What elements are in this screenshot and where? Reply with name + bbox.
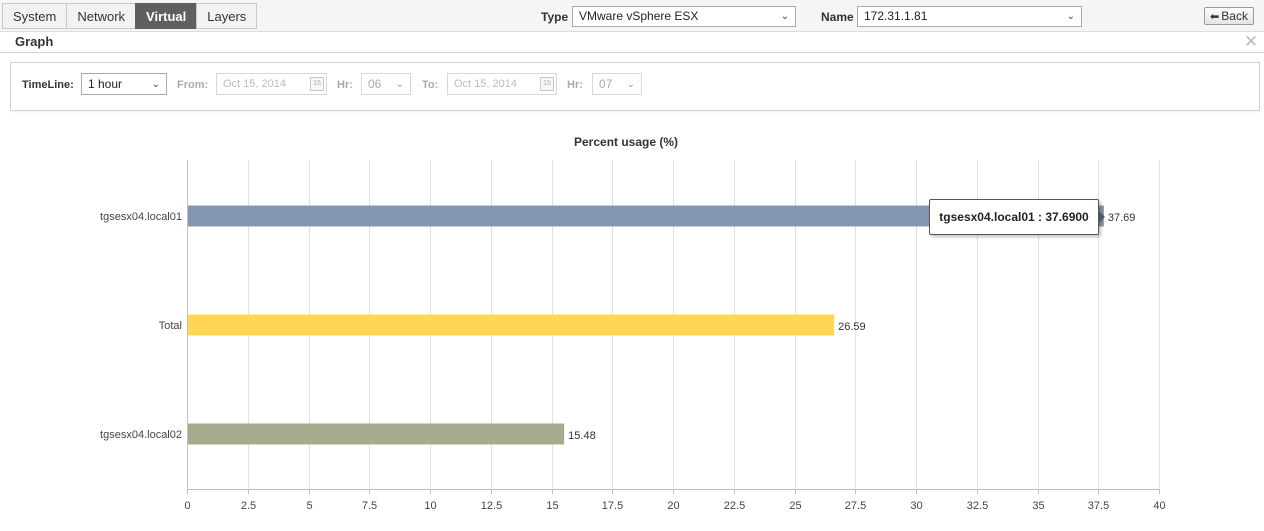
- bar: [188, 314, 835, 336]
- back-arrow-icon: ⬅: [1210, 11, 1220, 23]
- tab-bar: System Network Virtual Layers: [2, 3, 258, 29]
- x-tick-label: 2.5: [241, 500, 256, 512]
- timeline-label: TimeLine:: [22, 79, 74, 91]
- to-hr-value: 07: [599, 77, 613, 91]
- x-tick-label: 25: [789, 500, 801, 512]
- chevron-down-icon: ⌄: [780, 11, 789, 22]
- y-category-label: tgsesx04.local02: [100, 429, 182, 441]
- from-hr-select[interactable]: 06 ⌄: [361, 73, 411, 95]
- from-label: From:: [177, 79, 209, 91]
- from-hr-label: Hr:: [337, 79, 353, 91]
- x-tick-label: 35: [1032, 500, 1044, 512]
- x-tick-label: 5: [306, 500, 312, 512]
- tab-layers[interactable]: Layers: [196, 3, 258, 29]
- back-button[interactable]: ⬅ Back: [1204, 7, 1254, 25]
- tab-virtual[interactable]: Virtual: [135, 3, 198, 29]
- tab-network[interactable]: Network: [66, 3, 137, 29]
- bar-value-label: 15.48: [568, 430, 596, 442]
- x-tick-label: 32.5: [967, 500, 988, 512]
- from-hr-value: 06: [368, 77, 382, 91]
- type-label: Type: [541, 10, 569, 24]
- bar-value-label: 26.59: [838, 321, 866, 333]
- chevron-down-icon: ⌄: [1066, 11, 1075, 22]
- chevron-down-icon: ⌄: [626, 79, 635, 90]
- timeline-range-value: 1 hour: [88, 77, 123, 91]
- from-date-input[interactable]: Oct 15, 2014 15: [216, 73, 327, 95]
- x-tick-label: 0: [184, 500, 190, 512]
- timeline-panel: TimeLine: 1 hour ⌄ From: Oct 15, 2014 15…: [10, 62, 1260, 111]
- x-tick-label: 20: [667, 500, 679, 512]
- to-date-input[interactable]: Oct 15, 2014 15: [447, 73, 557, 95]
- graph-panel-title: Graph: [15, 34, 54, 49]
- to-label: To:: [422, 79, 439, 91]
- x-tick-label: 27.5: [845, 500, 866, 512]
- calendar-icon[interactable]: 15: [540, 77, 554, 91]
- name-select[interactable]: 172.31.1.81 ⌄: [857, 6, 1082, 27]
- type-select[interactable]: VMware vSphere ESX ⌄: [572, 6, 796, 27]
- tab-system[interactable]: System: [2, 3, 68, 29]
- to-hr-label: Hr:: [567, 79, 583, 91]
- x-tick-label: 37.5: [1088, 500, 1109, 512]
- chevron-down-icon: ⌄: [395, 79, 404, 90]
- bar-value-label: 37.69: [1108, 212, 1136, 224]
- name-label: Name: [821, 10, 854, 24]
- bar-tooltip: tgsesx04.local01 : 37.6900: [929, 199, 1105, 235]
- to-hr-select[interactable]: 07 ⌄: [592, 73, 642, 95]
- name-select-value: 172.31.1.81: [864, 9, 928, 23]
- chart-title: Percent usage (%): [574, 135, 679, 149]
- timeline-range-select[interactable]: 1 hour ⌄: [81, 73, 167, 95]
- x-tick-label: 17.5: [602, 500, 623, 512]
- tooltip-text: tgsesx04.local01 : 37.6900: [939, 210, 1089, 224]
- to-date-value: Oct 15, 2014: [454, 78, 517, 90]
- y-category-label: Total: [159, 320, 182, 332]
- calendar-icon[interactable]: 15: [310, 77, 324, 91]
- chevron-down-icon: ⌄: [151, 79, 160, 90]
- top-toolbar: System Network Virtual Layers Type VMwar…: [0, 0, 1264, 32]
- x-tick-label: 7.5: [362, 500, 377, 512]
- tooltip-pointer: [1099, 211, 1105, 223]
- x-tick-label: 40: [1153, 500, 1165, 512]
- graph-panel-header: Graph ✕: [0, 32, 1264, 53]
- back-button-label: Back: [1221, 9, 1248, 23]
- bar: [188, 423, 565, 445]
- x-tick-label: 10: [424, 500, 436, 512]
- x-tick-label: 22.5: [724, 500, 745, 512]
- x-tick-label: 12.5: [481, 500, 502, 512]
- x-tick-label: 30: [910, 500, 922, 512]
- y-category-label: tgsesx04.local01: [100, 211, 182, 223]
- type-select-value: VMware vSphere ESX: [579, 9, 699, 23]
- from-date-value: Oct 15, 2014: [223, 78, 286, 90]
- x-tick-label: 15: [546, 500, 558, 512]
- close-icon[interactable]: ✕: [1244, 32, 1258, 52]
